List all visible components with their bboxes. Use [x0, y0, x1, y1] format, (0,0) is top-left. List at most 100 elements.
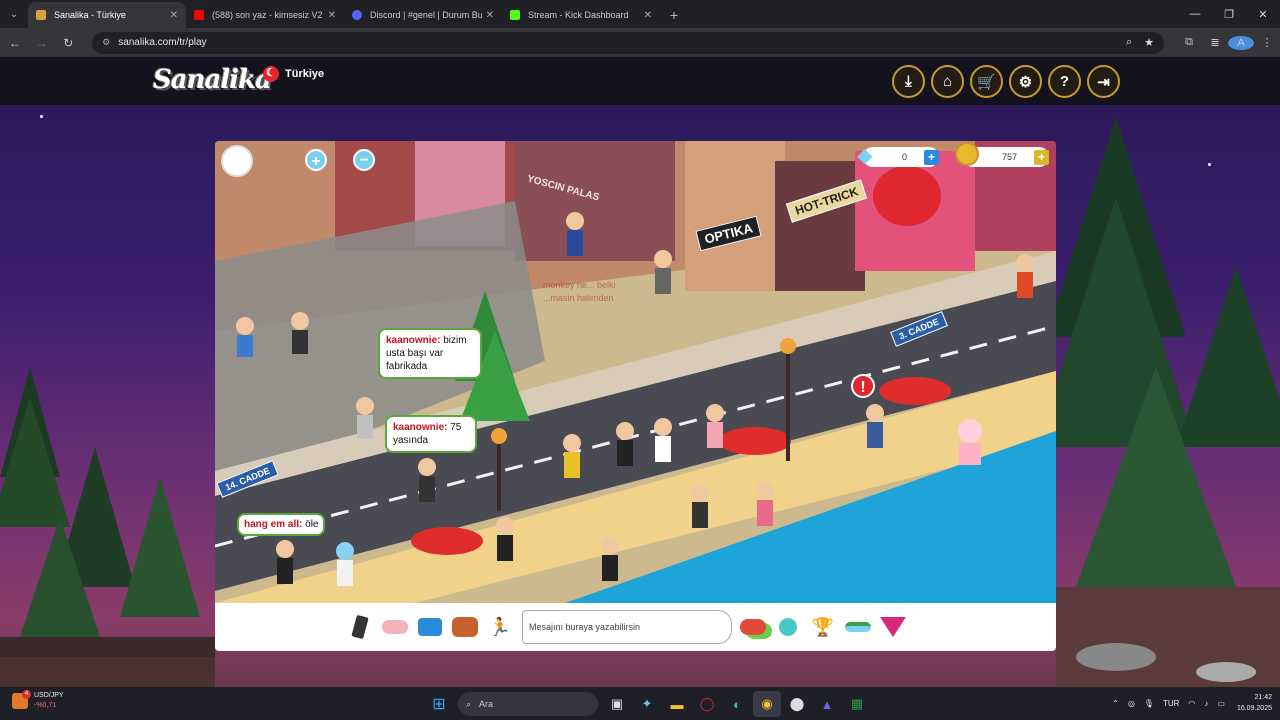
- volume-icon[interactable]: ♪: [1204, 699, 1208, 708]
- tab-sanalika[interactable]: Sanalika - Türkiye ✕: [28, 2, 186, 28]
- taskbar-search[interactable]: ⌕ Ara: [458, 692, 598, 716]
- zoom-icon[interactable]: ⌕: [1126, 36, 1132, 49]
- tray-overflow-icon[interactable]: ⌃: [1112, 699, 1119, 708]
- search-icon: ⌕: [466, 698, 472, 709]
- logout-button[interactable]: ⇥: [1087, 65, 1120, 98]
- chat-bubble: kaanownie: 75 yasında: [385, 415, 477, 453]
- tab-discord[interactable]: Discord | #genel | Durum Bu ✕: [344, 2, 502, 28]
- chat-icon[interactable]: [736, 612, 770, 642]
- edge-icon[interactable]: ◐: [723, 691, 751, 717]
- faded-chat-line: ...masin halimden: [543, 293, 614, 303]
- region-selector[interactable]: Türkiye: [263, 66, 324, 82]
- stocks-icon: 4: [12, 690, 31, 709]
- gem-icon[interactable]: [876, 612, 910, 642]
- tab-title: Stream - Kick Dashboard: [528, 10, 629, 20]
- zoom-in-button[interactable]: +: [305, 149, 327, 171]
- language-indicator[interactable]: TUR: [1163, 699, 1179, 708]
- widgets-button[interactable]: 4 USD/JPY -%0,71: [12, 690, 64, 711]
- close-tab-icon[interactable]: ✕: [170, 10, 178, 21]
- player-avatar[interactable]: [221, 145, 253, 177]
- buy-diamonds-button[interactable]: +: [924, 149, 939, 165]
- reload-icon[interactable]: ↻: [56, 31, 80, 55]
- tab-search-icon[interactable]: ⌄: [0, 0, 28, 28]
- cart-button[interactable]: 🛒: [970, 65, 1003, 98]
- tab-title: Sanalika - Türkiye: [54, 10, 126, 20]
- teams-icon[interactable]: ▲: [813, 691, 841, 717]
- pet-icon[interactable]: [771, 612, 805, 642]
- task-view-icon[interactable]: ▣: [603, 691, 631, 717]
- clock[interactable]: 21:42 16.09.2025: [1237, 692, 1272, 714]
- window-controls: — ❐ ✕: [1178, 0, 1280, 28]
- alert-icon[interactable]: !: [851, 374, 875, 398]
- diamond-icon: ◆: [857, 145, 873, 167]
- coin-amount: 757: [1001, 152, 1018, 162]
- bookmark-star-icon[interactable]: ★: [1144, 36, 1154, 49]
- back-icon[interactable]: ←: [3, 31, 27, 55]
- home-button[interactable]: ⌂: [931, 65, 964, 98]
- page-body: Sanalika Türkiye ⤓ ⌂ 🛒 ⚙? ⇥: [0, 57, 1280, 687]
- close-tab-icon[interactable]: ✕: [644, 10, 652, 21]
- zoom-out-button[interactable]: −: [353, 149, 375, 171]
- gestures-icon[interactable]: [378, 612, 412, 642]
- chat-username: kaanownie:: [386, 335, 441, 346]
- close-tab-icon[interactable]: ✕: [486, 10, 494, 21]
- logout-icon: ⇥: [1097, 73, 1110, 91]
- search-placeholder: Ara: [479, 699, 494, 709]
- tab-youtube[interactable]: (588) son yaz - kimsesiz V2 (slo ✕: [186, 2, 344, 28]
- obs-icon[interactable]: ⬤: [783, 691, 811, 717]
- inventory-icon[interactable]: [448, 612, 482, 642]
- faded-chat-bubble: monkey ne... belki ...masin halimden: [543, 279, 616, 305]
- new-tab-button[interactable]: +: [660, 2, 688, 28]
- copilot-icon[interactable]: ✦: [633, 691, 661, 717]
- trophy-icon[interactable]: 🏆: [806, 612, 840, 642]
- star: [40, 115, 43, 118]
- close-tab-icon[interactable]: ✕: [328, 10, 336, 21]
- tab-title: (588) son yaz - kimsesiz V2 (slo: [212, 10, 324, 20]
- wifi-icon[interactable]: ◠: [1188, 699, 1195, 708]
- diamond-counter: ◆ 0 +: [857, 145, 939, 167]
- close-window-icon[interactable]: ✕: [1246, 0, 1280, 28]
- phone-icon[interactable]: [343, 612, 377, 642]
- url-text: sanalika.com/tr/play: [118, 37, 207, 48]
- extensions-icon[interactable]: ⧉: [1176, 36, 1202, 49]
- chat-bubble: kaanownie: bizim usta başı var fabrikada: [378, 328, 482, 379]
- menu-icon[interactable]: ⋮: [1254, 36, 1280, 49]
- maximize-icon[interactable]: ❐: [1212, 0, 1246, 28]
- dance-icon[interactable]: 🏃: [483, 612, 517, 642]
- cart-icon: 🛒: [977, 73, 996, 91]
- opera-icon[interactable]: ◯: [693, 691, 721, 717]
- profile-avatar[interactable]: A: [1228, 35, 1254, 50]
- header-buttons: ⤓ ⌂ 🛒 ⚙? ⇥: [892, 65, 1126, 98]
- right-forest-decoration: [1056, 117, 1280, 687]
- chat-message: öle: [302, 519, 319, 530]
- island-icon[interactable]: [841, 612, 875, 642]
- outfit-icon[interactable]: [413, 612, 447, 642]
- forward-icon[interactable]: →: [30, 31, 54, 55]
- gear-icon: ⚙: [1018, 73, 1033, 91]
- buy-coins-button[interactable]: +: [1034, 149, 1049, 165]
- start-button[interactable]: ⊞: [425, 691, 453, 717]
- battery-icon[interactable]: ▭: [1217, 699, 1225, 708]
- tab-kick[interactable]: Stream - Kick Dashboard ✕: [502, 2, 660, 28]
- download-button[interactable]: ⤓: [892, 65, 925, 98]
- address-bar[interactable]: ⚙ sanalika.com/tr/play ⌕ ★: [92, 31, 1164, 54]
- coin-icon: [955, 142, 979, 166]
- sanalika-logo[interactable]: Sanalika: [153, 65, 272, 95]
- mic-icon[interactable]: 🎙: [1144, 699, 1154, 708]
- minimize-icon[interactable]: —: [1178, 0, 1212, 28]
- gear-button[interactable]: ⚙: [1009, 65, 1042, 98]
- windows-taskbar: 4 USD/JPY -%0,71 ⊞ ⌕ Ara ▣ ✦ ▬ ◯ ◐ ◉ ⬤ ▲…: [0, 687, 1280, 720]
- excel-icon[interactable]: ▦: [843, 691, 871, 717]
- help-button[interactable]: ?: [1048, 65, 1081, 98]
- chrome-icon[interactable]: ◉: [753, 691, 781, 717]
- turkey-flag-icon: [263, 66, 279, 82]
- file-explorer-icon[interactable]: ▬: [663, 691, 691, 717]
- help-icon: ?: [1059, 73, 1070, 90]
- chat-input[interactable]: Mesajını buraya yazabilirsin: [522, 610, 732, 644]
- game-canvas[interactable]: YOSCIN PALAS OPTIKA HOT-TRICK 3. CADDE 1…: [215, 141, 1056, 603]
- site-info-icon[interactable]: ⚙: [102, 37, 110, 48]
- reading-list-icon[interactable]: ≣: [1202, 36, 1228, 49]
- network-tray-icon[interactable]: ◎: [1128, 699, 1135, 708]
- discord-favicon-icon: [352, 10, 362, 20]
- widget-title: USD/JPY: [34, 692, 64, 699]
